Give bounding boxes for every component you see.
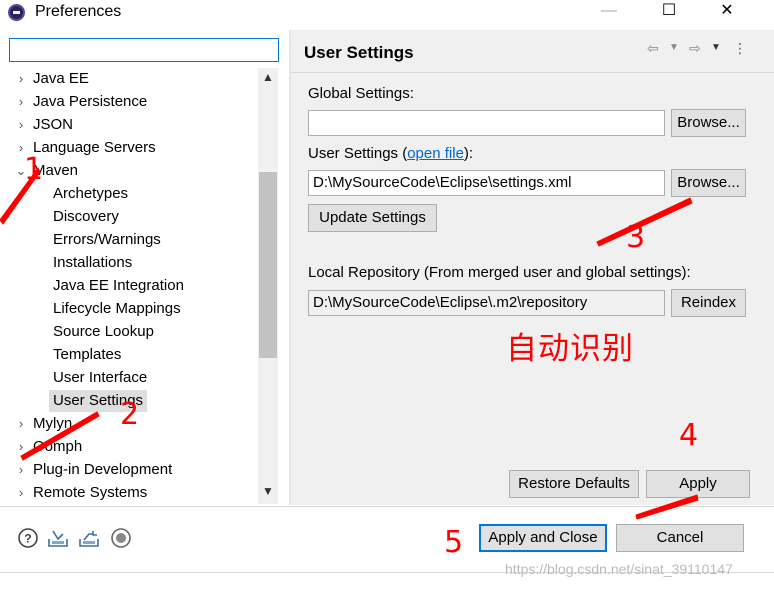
tree-item-label: Mylyn	[33, 415, 73, 432]
reindex-button[interactable]: Reindex	[671, 289, 746, 317]
user-browse-button[interactable]: Browse...	[671, 169, 746, 197]
view-menu-icon[interactable]: ⋮	[733, 38, 747, 58]
tree-item-label: Templates	[53, 346, 122, 363]
scroll-thumb[interactable]	[259, 172, 277, 358]
global-settings-field[interactable]	[308, 110, 665, 136]
local-repository-label: Local Repository (From merged user and g…	[308, 264, 691, 281]
user-settings-label-pre: User Settings (	[308, 145, 408, 162]
page-title: User Settings	[304, 43, 414, 62]
user-settings-label-post: ):	[463, 145, 474, 162]
tree-item-label: Archetypes	[53, 185, 129, 202]
tree-item-label: Remote Systems	[33, 484, 148, 501]
collapsed-chevron-icon[interactable]: ›	[14, 436, 28, 458]
tree-item-label: Java EE Integration	[53, 277, 184, 294]
close-button[interactable]: ✕	[704, 0, 750, 24]
preference-tree-panel: › Java EE › Java Persistence › JSON › Language …	[0, 30, 285, 504]
title-bar: Preferences — ☐ ✕	[0, 0, 774, 26]
global-browse-button[interactable]: Browse...	[671, 109, 746, 137]
restore-defaults-button[interactable]: Restore Defaults	[509, 470, 639, 498]
auto-detect-annotation: 自动识别	[506, 331, 634, 367]
collapsed-chevron-icon[interactable]: ›	[14, 459, 28, 481]
local-repository-field: D:\MySourceCode\Eclipse\.m2\repository	[308, 290, 665, 316]
preference-page: User Settings ⇦ ▼ ⇨ ▼ ⋮ Global Settings:…	[291, 30, 774, 505]
forward-dropdown-icon[interactable]: ▼	[711, 38, 721, 58]
global-settings-label: Global Settings:	[308, 85, 414, 102]
tree-item-label: JSON	[33, 116, 74, 133]
eclipse-app-icon	[8, 4, 25, 21]
forward-arrow-icon[interactable]: ⇨	[689, 38, 701, 58]
apply-button[interactable]: Apply	[646, 470, 750, 498]
update-settings-button[interactable]: Update Settings	[308, 204, 437, 232]
tree-item-label: Source Lookup	[53, 323, 154, 340]
scroll-up-icon[interactable]: ▲	[258, 70, 278, 88]
tree-item-label: Oomph	[33, 438, 83, 455]
scroll-down-icon[interactable]: ▼	[258, 484, 278, 502]
tree-item-label: Plug-in Development	[33, 461, 173, 478]
annotation-3: 3	[626, 220, 646, 255]
cancel-button[interactable]: Cancel	[616, 524, 744, 552]
svg-text:?: ?	[24, 532, 31, 546]
user-settings-label: User Settings (open file):	[308, 145, 473, 162]
tree-scrollbar[interactable]: ▲ ▼	[258, 68, 278, 504]
window-title: Preferences	[35, 3, 122, 20]
watermark-text: https://blog.csdn.net/sinat_39110147	[505, 561, 733, 577]
collapsed-chevron-icon[interactable]: ›	[14, 114, 28, 136]
preferences-window: Preferences — ☐ ✕ › Java EE › Java Persiste…	[0, 0, 774, 589]
filter-input[interactable]	[9, 38, 279, 62]
annotation-5: 5	[444, 525, 464, 560]
record-icon[interactable]	[110, 527, 132, 549]
annotation-4: 4	[679, 418, 699, 453]
collapsed-chevron-icon[interactable]: ›	[14, 482, 28, 504]
tree-item-label: User Interface	[53, 369, 148, 386]
annotation-2: 2	[120, 397, 140, 432]
back-dropdown-icon[interactable]: ▼	[669, 38, 679, 58]
tree-item-label: Discovery	[53, 208, 119, 225]
tree-item-label: Language Servers	[33, 139, 156, 156]
help-icon[interactable]: ?	[17, 527, 39, 549]
apply-and-close-button[interactable]: Apply and Close	[479, 524, 607, 552]
header-separator	[291, 72, 774, 73]
user-settings-field[interactable]: D:\MySourceCode\Eclipse\settings.xml	[308, 170, 665, 196]
open-file-link[interactable]: open file	[407, 145, 464, 162]
back-arrow-icon[interactable]: ⇦	[647, 38, 659, 58]
tree-item-label: Installations	[53, 254, 133, 271]
tree-item-label: Java EE	[33, 70, 89, 87]
tree-item-label: Lifecycle Mappings	[53, 300, 181, 317]
export-icon[interactable]	[78, 527, 100, 549]
tree-item-label: Errors/Warnings	[53, 231, 161, 248]
collapsed-chevron-icon[interactable]: ›	[14, 413, 28, 435]
annotation-1: 1	[24, 152, 44, 187]
tree-item-label: Java Persistence	[33, 93, 148, 110]
collapsed-chevron-icon[interactable]: ›	[14, 91, 28, 113]
import-icon[interactable]	[47, 527, 69, 549]
minimize-button[interactable]: —	[586, 0, 632, 24]
maximize-button[interactable]: ☐	[646, 0, 692, 24]
collapsed-chevron-icon[interactable]: ›	[14, 68, 28, 90]
preference-tree: › Java EE › Java Persistence › JSON › Language …	[0, 68, 258, 504]
